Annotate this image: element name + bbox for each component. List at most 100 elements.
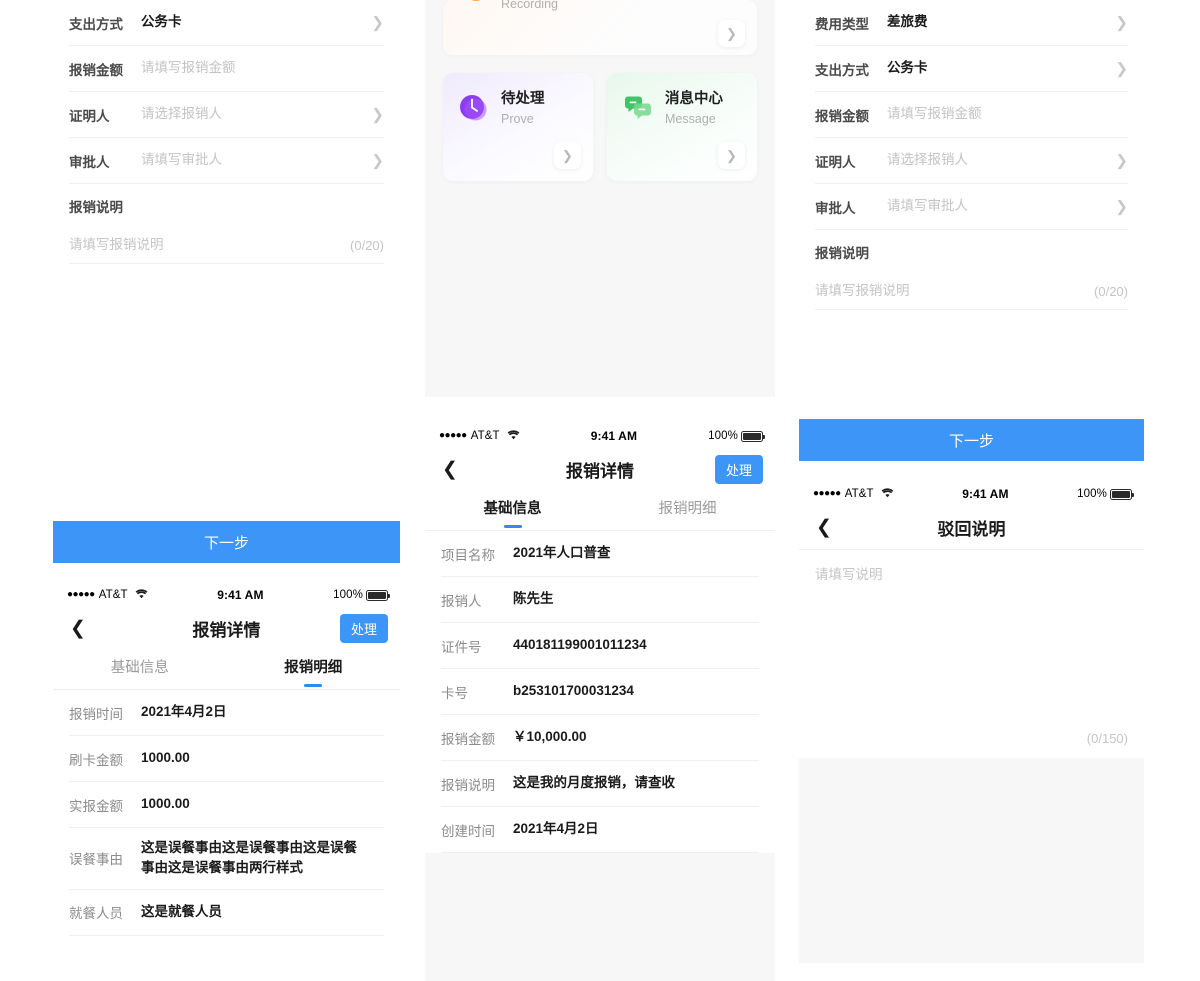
tab-expense-details[interactable]: 报销明细 [600,491,775,530]
card-text: 消息中心 Message [665,89,743,129]
status-bar: ●●●●● AT&T 9:41 AM 100% [799,483,1144,505]
chevron-right-icon[interactable]: ❯ [718,142,745,169]
row-label: 刷卡金额 [69,752,123,768]
battery-icon [1110,488,1134,500]
dashboard-cards: Recording ❯ 待处理 Prove ❯ 消息中心 Message ❯ [425,0,775,207]
status-bar: ●●●●● AT&T 9:41 AM 100% [425,425,775,447]
row-label: 报销金额 [69,62,123,78]
battery-icon [741,430,765,442]
note-textarea[interactable]: 请填写报销说明 (0/20) [69,218,384,264]
card-subtitle: Message [665,112,716,126]
chevron-right-icon: ❯ [371,106,384,123]
dashboard-empty-space [425,207,775,397]
row-label: 实报金额 [69,798,123,814]
form-row-payment-method[interactable]: 支出方式 公务卡 ❯ [815,46,1128,92]
detail-row-date: 报销时间 2021年4月2日 [69,690,384,736]
form-row-amount[interactable]: 报销金额 请填写报销金额 [815,92,1128,138]
screenshot-stage: 支出方式 公务卡 ❯ 报销金额 请填写报销金额 证明人 请选择报销人 ❯ 审批人… [0,0,1200,981]
row-value: ￥10,000.00 [513,729,587,745]
detail-row-meal-reason: 误餐事由 这是误餐事由这是误餐事由这是误餐事由这是误餐事由两行样式 [69,828,384,890]
card-message-center[interactable]: 消息中心 Message ❯ [607,73,757,181]
note-title: 报销说明 [815,246,869,261]
detail-row-actual-amount: 实报金额 1000.00 [69,782,384,828]
row-value: 这是我的月度报销，请查收 [513,775,675,791]
row-label: 审批人 [69,154,110,170]
card-recording[interactable]: Recording ❯ [443,0,757,55]
status-bar-time: 9:41 AM [962,487,1009,501]
reject-textarea-block: 请填写说明 (0/150) [799,549,1144,758]
process-button[interactable]: 处理 [714,454,763,484]
detail-row-id-number: 证件号 440181199001011234 [441,623,759,669]
row-value: 差旅费 [887,14,928,30]
row-value: 2021年4月2日 [141,704,227,720]
carrier-label: AT&T [98,589,128,601]
card-head: 待处理 Prove [457,89,579,129]
card-title: 待处理 [501,91,545,107]
expense-form-screen: 支出方式 公务卡 ❯ 报销金额 请填写报销金额 证明人 请选择报销人 ❯ 审批人… [53,0,400,584]
form-row-approver[interactable]: 审批人 请填写审批人 ❯ [69,138,384,184]
reject-textarea[interactable]: 请填写说明 (0/150) [815,550,1128,758]
row-value: 2021年4月2日 [513,821,599,837]
detail-row-card-amount: 刷卡金额 1000.00 [69,736,384,782]
note-placeholder: 请填写报销说明 [815,283,910,298]
back-arrow-icon[interactable]: ❮ [65,615,91,641]
nav-bar: ❮ 报销详情 处理 [425,447,775,491]
form-row-payment-method[interactable]: 支出方式 公务卡 ❯ [69,0,384,46]
clock-orange-icon [457,0,491,16]
note-textarea[interactable]: 请填写报销说明 (0/20) [815,264,1128,310]
process-button[interactable]: 处理 [339,613,388,643]
form-row-witness[interactable]: 证明人 请选择报销人 ❯ [69,92,384,138]
clock-purple-icon [457,92,491,126]
expense-note-block: 报销说明 请填写报销说明 (0/20) [53,184,400,264]
reject-char-count: (0/150) [1086,731,1128,746]
tab-expense-details[interactable]: 报销明细 [227,650,401,689]
row-label: 报销金额 [441,731,495,747]
form-row-expense-type[interactable]: 费用类型 差旅费 ❯ [815,0,1128,46]
detail-tabs: 基础信息 报销明细 [425,491,775,531]
battery-percent-label: 100% [708,430,738,442]
signal-dots-icon: ●●●●● [67,589,95,600]
chevron-right-icon[interactable]: ❯ [718,20,745,47]
next-step-button[interactable]: 下一步 [53,521,400,563]
row-value: 公务卡 [141,14,182,30]
battery-percent-label: 100% [333,589,363,601]
tab-basic-info[interactable]: 基础信息 [425,491,600,530]
chevron-right-icon[interactable]: ❯ [554,142,581,169]
chevron-right-icon: ❯ [371,152,384,169]
note-char-count: (0/20) [350,238,384,253]
back-arrow-icon[interactable]: ❮ [811,514,837,540]
wifi-icon [881,487,894,501]
detail-row-project-name: 项目名称 2021年人口普查 [441,531,759,577]
row-value: 2021年人口普查 [513,545,611,561]
dashboard-screen: Recording ❯ 待处理 Prove ❯ 消息中心 Message ❯ [425,0,775,397]
row-placeholder: 请填写报销金额 [141,60,236,76]
form-row-approver[interactable]: 审批人 请填写审批人 ❯ [815,184,1128,230]
row-placeholder: 请选择报销人 [887,152,968,168]
status-bar-right: 100% [333,589,390,601]
detail-row-note: 报销说明 这是我的月度报销，请查收 [441,761,759,807]
row-label: 报销金额 [815,108,869,124]
row-label: 证件号 [441,639,482,655]
next-step-button[interactable]: 下一步 [799,419,1144,461]
status-bar: ●●●●● AT&T 9:41 AM 100% [53,584,400,606]
card-pending[interactable]: 待处理 Prove ❯ [443,73,593,181]
signal-dots-icon: ●●●●● [813,488,841,499]
status-bar-right: 100% [708,430,765,442]
chevron-right-icon: ❯ [1115,60,1128,77]
status-bar-left: ●●●●● AT&T [813,487,894,501]
signal-dots-icon: ●●●●● [439,430,467,441]
chevron-right-icon: ❯ [1115,14,1128,31]
form-row-amount[interactable]: 报销金额 请填写报销金额 [69,46,384,92]
reject-bottom-space [799,758,1144,963]
row-value: 陈先生 [513,591,554,607]
detail-bottom-space [425,853,775,981]
row-value: b253101700031234 [513,683,634,699]
form-row-witness[interactable]: 证明人 请选择报销人 ❯ [815,138,1128,184]
tab-basic-info[interactable]: 基础信息 [53,650,227,689]
nav-bar: ❮ 报销详情 处理 [53,606,400,650]
detail-row-claimant: 报销人 陈先生 [441,577,759,623]
note-placeholder: 请填写报销说明 [69,237,164,252]
back-arrow-icon[interactable]: ❮ [437,456,463,482]
wifi-icon [507,429,520,443]
row-placeholder: 请填写报销金额 [887,106,982,122]
